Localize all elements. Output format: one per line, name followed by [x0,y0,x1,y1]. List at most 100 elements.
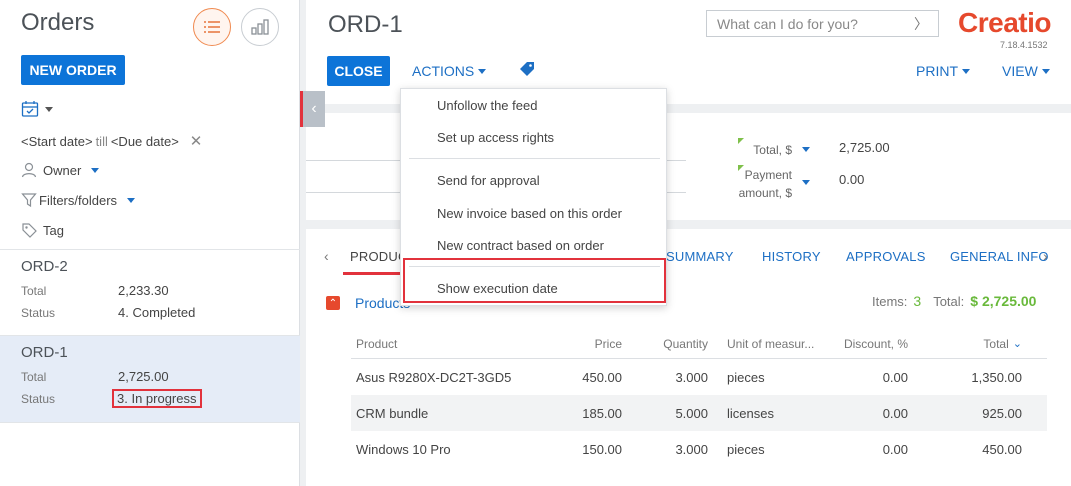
actions-label: ACTIONS [412,63,475,79]
record-status-label: Status [21,392,56,406]
filters-folders-button[interactable]: Filters/folders [21,192,136,208]
tag-filter-button[interactable]: Tag [21,222,64,238]
total-amount: $ 2,725.00 [970,293,1037,309]
cell-product: Asus R9280X-DC2T-3GD5 [356,369,512,385]
date-range-filter[interactable]: <Start date> till <Due date> ✕ [21,132,202,150]
column-header-price[interactable]: Price [551,329,622,358]
menu-item-new-invoice[interactable]: New invoice based on this order [437,206,622,221]
filters-folders-label: Filters/folders [39,192,118,208]
collapse-group-icon[interactable]: ⌃ [326,296,340,310]
column-header-product[interactable]: Product [356,329,397,358]
version-label: 7.18.4.1532 [1000,40,1048,50]
tag-button[interactable] [519,61,535,80]
products-grid: Product Price Quantity Unit of measur...… [351,329,1047,467]
items-count: 3 [913,293,922,309]
chevron-down-icon[interactable] [802,180,810,185]
tab-right-arrow-icon[interactable]: › [1043,248,1048,264]
date-range-separator: till [95,133,108,149]
period-filter-button[interactable] [21,100,53,118]
menu-item-send-approval[interactable]: Send for approval [437,173,540,188]
menu-item-access-rights[interactable]: Set up access rights [437,130,554,145]
menu-item-unfollow-feed[interactable]: Unfollow the feed [437,98,537,113]
search-arrow-icon[interactable]: 〉 [914,14,928,34]
cell-quantity: 3.000 [675,441,708,457]
view-button[interactable]: VIEW [1002,63,1050,79]
total-label: Total: [933,294,965,309]
products-totals: Items: 3 Total: $ 2,725.00 [872,293,1036,309]
total-field-value[interactable]: 2,725.00 [839,140,890,155]
payment-field-value[interactable]: 0.00 [839,172,864,187]
collapse-panel-button[interactable]: ‹ [300,91,325,127]
due-date-value: <Due date> [110,133,179,149]
logo: Creatio [958,7,1051,38]
print-button[interactable]: PRINT [916,63,970,79]
list-item-selected[interactable]: ORD-1 Total 2,725.00 Status 3. In progre… [0,336,300,422]
table-row[interactable]: Windows 10 Pro 150.00 3.000 pieces 0.00 … [351,431,1047,467]
chart-view-icon [251,19,269,35]
cell-unit: pieces [727,441,765,457]
record-page: ORD-1 CLOSE ACTIONS What can I do for yo… [306,0,1071,486]
cell-price: 150.00 [582,441,622,457]
list-item[interactable]: ORD-2 Total 2,233.30 Status 4. Completed [0,250,300,336]
highlight-box [403,258,666,303]
menu-item-new-contract[interactable]: New contract based on order [437,238,604,253]
left-panel: Orders NEW ORDER <Start date> till <Due … [0,0,300,486]
cell-unit: pieces [727,369,765,385]
record-total-value: 2,233.30 [118,283,169,298]
command-search-input[interactable]: What can I do for you? 〉 [706,10,939,37]
record-total-value: 2,725.00 [118,369,169,384]
total-field-label: Total, $ [753,143,792,157]
column-header-total[interactable]: Total ⌄ [951,329,1022,358]
cell-price: 450.00 [582,369,622,385]
record-status-label: Status [21,306,56,320]
list-view-icon [204,21,220,33]
products-group-header[interactable]: ⌃ Products [326,295,410,311]
chevron-down-icon [1041,68,1050,74]
cell-quantity: 5.000 [675,405,708,421]
table-row[interactable]: CRM bundle 185.00 5.000 licenses 0.00 92… [351,395,1047,431]
clear-dates-icon[interactable]: ✕ [190,132,203,150]
tab-history[interactable]: HISTORY [762,249,821,264]
chart-view-button[interactable] [241,8,279,46]
column-header-discount[interactable]: Discount, % [831,329,908,358]
table-row[interactable]: Asus R9280X-DC2T-3GD5 450.00 3.000 piece… [351,359,1047,395]
cell-discount: 0.00 [882,441,908,457]
column-header-quantity[interactable]: Quantity [631,329,708,358]
tag-icon [22,223,37,238]
close-button[interactable]: CLOSE [327,56,390,86]
divider [0,422,300,423]
cell-total: 925.00 [982,405,1022,421]
record-status-value: 4. Completed [118,305,196,320]
column-header-unit[interactable]: Unit of measur... [727,329,814,358]
record-title: ORD-1 [21,344,68,361]
cell-product: Windows 10 Pro [356,441,451,457]
sort-desc-icon: ⌄ [1012,338,1022,350]
record-status-value: 3. In progress [112,389,202,408]
chevron-down-icon[interactable] [802,147,810,152]
tab-general-info[interactable]: GENERAL INFO [950,249,1049,264]
search-placeholder: What can I do for you? [717,15,858,32]
owner-filter-button[interactable]: Owner [21,162,100,178]
filter-icon [21,193,37,208]
menu-divider [409,158,660,159]
tab-approvals[interactable]: APPROVALS [846,249,926,264]
list-view-button[interactable] [193,8,231,46]
cell-product: CRM bundle [356,405,429,421]
active-tab-indicator [343,272,401,275]
payment-field-label-line2: amount, $ [738,186,792,200]
column-header-total-label: Total [983,336,1009,351]
tab-summary[interactable]: SUMMARY [666,249,734,264]
cell-discount: 0.00 [882,405,908,421]
print-label: PRINT [916,63,958,79]
actions-button[interactable]: ACTIONS [412,63,487,79]
tab-products[interactable]: PRODUC [350,249,408,264]
tab-left-arrow-icon[interactable]: ‹ [324,248,329,264]
tag-filter-label: Tag [43,222,64,238]
cell-total: 450.00 [982,441,1022,457]
payment-field-label-line1: Payment [744,168,792,182]
record-total-label: Total [21,370,47,384]
tag-icon [520,62,534,76]
user-icon [21,162,37,178]
chevron-down-icon [45,106,53,112]
new-order-button[interactable]: NEW ORDER [21,55,125,85]
